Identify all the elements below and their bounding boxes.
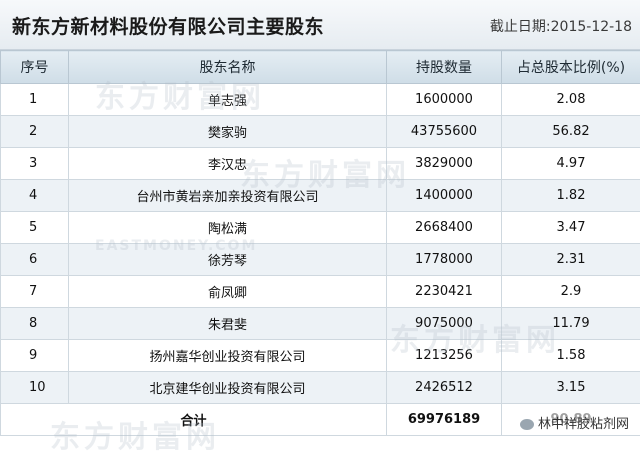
row-name: 俞凤卿: [69, 276, 387, 308]
total-shares: 69976189: [387, 404, 502, 436]
row-pct: 1.82: [502, 180, 640, 212]
row-name: 单志强: [69, 84, 387, 116]
row-pct: 11.79: [502, 308, 640, 340]
row-no: 3: [1, 148, 69, 180]
table-row: 4 台州市黄岩亲加亲投资有限公司 1400000 1.82: [1, 180, 640, 212]
row-no: 9: [1, 340, 69, 372]
row-no: 6: [1, 244, 69, 276]
wechat-icon: [520, 419, 534, 430]
page-header: 新东方新材料股份有限公司主要股东 截止日期:2015-12-18: [0, 0, 640, 50]
total-label: 合计: [1, 404, 387, 436]
row-no: 4: [1, 180, 69, 212]
row-shares: 43755600: [387, 116, 502, 148]
row-no: 10: [1, 372, 69, 404]
table-row: 6 徐芳琴 1778000 2.31: [1, 244, 640, 276]
row-pct: 4.97: [502, 148, 640, 180]
row-name: 李汉忠: [69, 148, 387, 180]
row-shares: 1778000: [387, 244, 502, 276]
row-shares: 9075000: [387, 308, 502, 340]
row-no: 5: [1, 212, 69, 244]
wechat-source-label: 林中祥胶粘剂网: [517, 412, 632, 433]
wechat-source-text: 林中祥胶粘剂网: [538, 417, 629, 432]
row-shares: 2668400: [387, 212, 502, 244]
row-no: 8: [1, 308, 69, 340]
table-row: 2 樊家驹 43755600 56.82: [1, 116, 640, 148]
as-of-date: 截止日期:2015-12-18: [490, 16, 632, 36]
row-no: 7: [1, 276, 69, 308]
column-header-name: 股东名称: [69, 51, 387, 84]
row-shares: 1400000: [387, 180, 502, 212]
column-header-shares: 持股数量: [387, 51, 502, 84]
shareholder-table: 序号 股东名称 持股数量 占总股本比例(%) 1 单志强 1600000 2.0…: [0, 50, 640, 436]
row-name: 徐芳琴: [69, 244, 387, 276]
row-name: 台州市黄岩亲加亲投资有限公司: [69, 180, 387, 212]
table-header-row: 序号 股东名称 持股数量 占总股本比例(%): [1, 51, 640, 84]
row-name: 扬州嘉华创业投资有限公司: [69, 340, 387, 372]
row-pct: 3.15: [502, 372, 640, 404]
row-no: 1: [1, 84, 69, 116]
row-shares: 2426512: [387, 372, 502, 404]
row-pct: 1.58: [502, 340, 640, 372]
row-name: 朱君斐: [69, 308, 387, 340]
column-header-pct: 占总股本比例(%): [502, 51, 640, 84]
table-row: 3 李汉忠 3829000 4.97: [1, 148, 640, 180]
row-pct: 2.9: [502, 276, 640, 308]
row-name: 陶松满: [69, 212, 387, 244]
row-pct: 2.31: [502, 244, 640, 276]
row-pct: 3.47: [502, 212, 640, 244]
table-row: 8 朱君斐 9075000 11.79: [1, 308, 640, 340]
table-row: 1 单志强 1600000 2.08: [1, 84, 640, 116]
column-header-no: 序号: [1, 51, 69, 84]
row-shares: 1600000: [387, 84, 502, 116]
row-shares: 1213256: [387, 340, 502, 372]
row-no: 2: [1, 116, 69, 148]
table-row: 5 陶松满 2668400 3.47: [1, 212, 640, 244]
table-row: 9 扬州嘉华创业投资有限公司 1213256 1.58: [1, 340, 640, 372]
row-shares: 2230421: [387, 276, 502, 308]
row-pct: 56.82: [502, 116, 640, 148]
table-row: 7 俞凤卿 2230421 2.9: [1, 276, 640, 308]
row-pct: 2.08: [502, 84, 640, 116]
table-row: 10 北京建华创业投资有限公司 2426512 3.15: [1, 372, 640, 404]
row-name: 北京建华创业投资有限公司: [69, 372, 387, 404]
page-title: 新东方新材料股份有限公司主要股东: [12, 12, 324, 39]
row-name: 樊家驹: [69, 116, 387, 148]
row-shares: 3829000: [387, 148, 502, 180]
